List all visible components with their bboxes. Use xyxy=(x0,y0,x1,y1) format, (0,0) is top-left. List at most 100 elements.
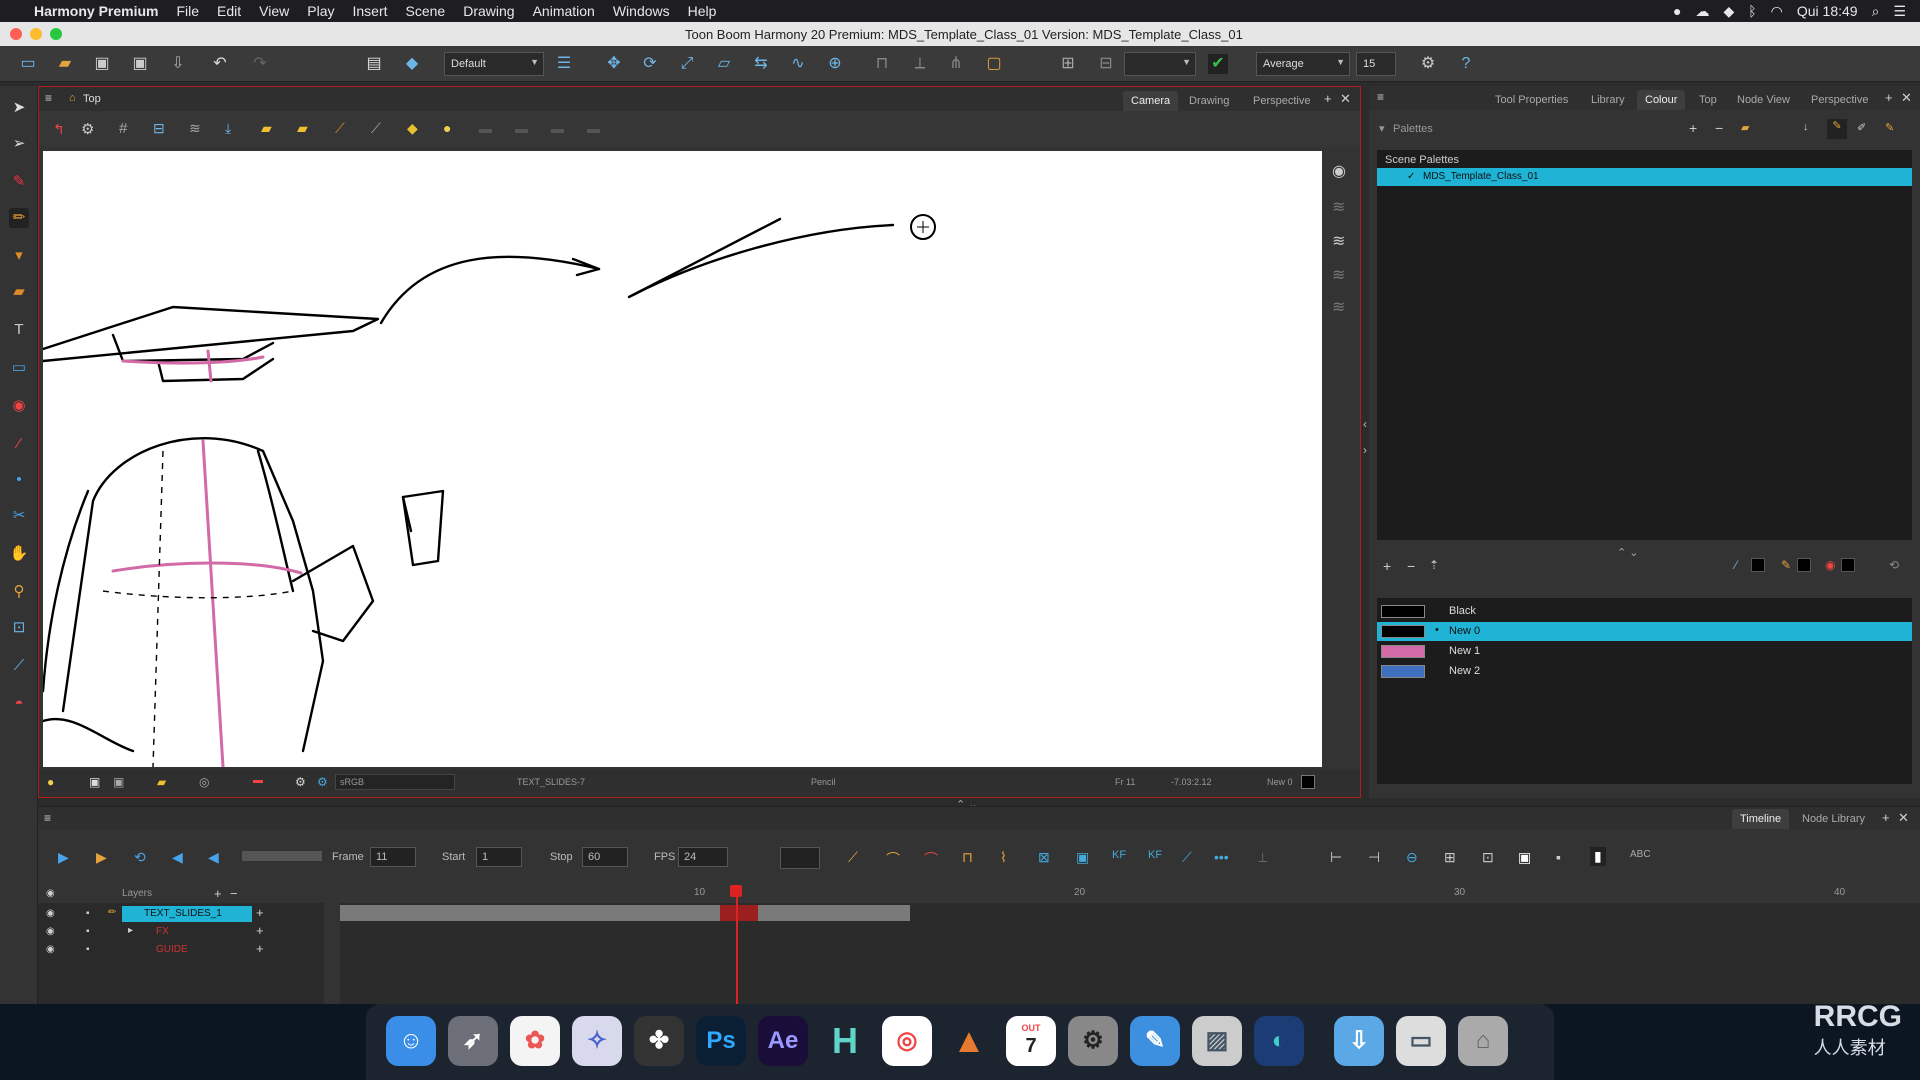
stroke-style-2-icon[interactable]: ▬ xyxy=(515,121,528,136)
lock-status-icon[interactable]: ▰ xyxy=(157,775,166,789)
layer-row[interactable]: ◉ ▪ ▸ FX + xyxy=(38,923,324,941)
frame-icon[interactable]: ▣ xyxy=(89,775,100,789)
clipboard-icon[interactable]: ▤ xyxy=(364,54,384,74)
preview-icon[interactable]: ▨ xyxy=(1192,1016,1242,1066)
abc-icon[interactable]: ABC xyxy=(1630,849,1651,860)
tab-perspective[interactable]: Perspective xyxy=(1245,91,1318,111)
keyframe-tool-1-icon[interactable]: ⟋ xyxy=(848,849,858,866)
add-view-icon[interactable]: + xyxy=(1885,90,1893,105)
light-table-icon[interactable]: ⤓ xyxy=(225,120,231,137)
save-icon[interactable]: ▣ xyxy=(92,54,112,74)
printer-icon[interactable]: ▣ xyxy=(1076,849,1089,866)
hold-icon[interactable]: ▪ xyxy=(1556,849,1561,865)
save-as-icon[interactable]: ▣ xyxy=(130,54,150,74)
palette-folder-icon[interactable]: ▰ xyxy=(1741,121,1749,134)
view-settings-gear-icon[interactable]: ⚙ xyxy=(81,120,94,138)
smoothing-value-field[interactable]: 15 xyxy=(1356,52,1396,76)
new-scene-icon[interactable]: ▭ xyxy=(18,54,38,74)
tab-camera[interactable]: Camera xyxy=(1123,91,1179,111)
pencil-tool-icon[interactable]: ✏ xyxy=(9,208,29,228)
photoshop-icon[interactable]: Ps xyxy=(696,1016,746,1066)
render-status-gear-icon[interactable]: ⚙ xyxy=(295,775,306,789)
motion-icon[interactable]: ⇆ xyxy=(751,54,771,74)
frame-field[interactable]: 11 xyxy=(370,847,416,867)
remove-keyframe-icon[interactable]: KF xyxy=(1148,849,1162,861)
brush-tool-icon[interactable]: ✎ xyxy=(9,172,29,192)
link-colour-icon[interactable]: ⇡ xyxy=(1429,558,1439,572)
system-settings-gear-icon[interactable]: ⚙ xyxy=(1068,1016,1118,1066)
layer-stack-2-icon[interactable]: ≋ xyxy=(1332,231,1345,251)
tab-library[interactable]: Library xyxy=(1583,90,1633,110)
playhead-handle[interactable] xyxy=(730,885,742,897)
colour-item-new-1[interactable]: New 1 xyxy=(1377,642,1912,661)
hand-tool-icon[interactable]: ✋ xyxy=(9,544,29,564)
stroke-style-3-icon[interactable]: ▬ xyxy=(551,121,564,136)
tab-colour[interactable]: Colour xyxy=(1637,90,1686,110)
scale-icon[interactable]: ⤢ xyxy=(677,54,697,74)
visibility-all-icon[interactable]: ◉ xyxy=(46,888,55,899)
add-layer-icon[interactable]: + xyxy=(214,886,222,901)
menu-windows[interactable]: Windows xyxy=(613,3,670,19)
palette-item[interactable]: ✓ MDS_Template_Class_01 xyxy=(1377,168,1912,186)
transform-icon[interactable]: ✥ xyxy=(604,54,624,74)
ruler-icon[interactable]: ⟋ xyxy=(371,120,381,137)
bone-tool-icon[interactable]: ⟋ xyxy=(9,656,29,676)
transform-tool-icon[interactable]: ⚲ xyxy=(9,582,29,602)
creative-cloud-icon[interactable]: ☁ xyxy=(1695,3,1709,20)
import-icon[interactable]: ⇩ xyxy=(168,54,188,74)
lock-icon[interactable]: ▪ xyxy=(86,908,90,919)
minimize-window-button[interactable] xyxy=(30,28,42,40)
layer-stack-3-icon[interactable]: ≋ xyxy=(1332,265,1345,285)
keyframe-tool-2-icon[interactable]: ⌒ xyxy=(886,849,900,869)
menu-view[interactable]: View xyxy=(259,3,289,19)
mark-drawing-icon[interactable]: ▮ xyxy=(1590,847,1606,866)
deformation-icon[interactable]: ⊓ xyxy=(872,54,892,74)
edge-icon[interactable]: ◐ xyxy=(1254,1016,1304,1066)
render-icon[interactable]: ◆ xyxy=(402,54,422,74)
sketch-icon[interactable]: ✎ xyxy=(1130,1016,1180,1066)
flip-icon[interactable]: ⊞ xyxy=(1444,849,1456,866)
reduce-exposure-icon[interactable]: ⊣ xyxy=(1368,849,1380,866)
frame-ruler[interactable]: 10 20 30 40 xyxy=(340,885,1920,903)
layer-name[interactable]: FX xyxy=(156,926,169,937)
layer-row[interactable]: ◉ ▪ ✏ TEXT_SLIDES_1 + xyxy=(38,905,324,923)
extend-exposure-icon[interactable]: ⊢ xyxy=(1330,849,1342,866)
chrome-icon[interactable]: ◎ xyxy=(882,1016,932,1066)
brush-colour-swatch[interactable] xyxy=(1797,558,1811,572)
envelope-icon[interactable]: ▢ xyxy=(984,54,1004,74)
add-column-icon[interactable]: + xyxy=(256,923,264,938)
tab-tool-properties[interactable]: Tool Properties xyxy=(1487,90,1576,110)
insert-icon[interactable]: ⊡ xyxy=(1482,849,1494,866)
skew-icon[interactable]: ▱ xyxy=(714,54,734,74)
close-view-icon[interactable]: ✕ xyxy=(1898,810,1909,826)
bluetooth-icon[interactable]: ᛒ xyxy=(1748,3,1756,19)
add-view-icon[interactable]: + xyxy=(1882,810,1890,825)
calendar-icon[interactable]: OUT 7 xyxy=(1006,1016,1056,1066)
menu-scene[interactable]: Scene xyxy=(406,3,446,19)
current-frame-cell[interactable] xyxy=(720,905,758,921)
eyedropper-icon[interactable]: ⁄ xyxy=(1735,558,1737,572)
grid-icon[interactable]: # xyxy=(119,120,127,137)
preferences-gear-icon[interactable]: ⚙ xyxy=(1418,54,1438,74)
wifi-icon[interactable]: ◠ xyxy=(1771,3,1783,20)
layer-name[interactable]: TEXT_SLIDES_1 xyxy=(122,906,252,922)
panel-menu-icon[interactable]: ≡ xyxy=(1377,90,1384,104)
peg-icon[interactable]: ⊞ xyxy=(1058,54,1078,74)
colour-item-black[interactable]: Black xyxy=(1377,602,1912,621)
tab-drawing[interactable]: Drawing xyxy=(1181,91,1237,111)
breadcrumb[interactable]: Top xyxy=(83,93,101,105)
text-tool-icon[interactable]: T xyxy=(9,320,29,340)
after-effects-icon[interactable]: Ae xyxy=(758,1016,808,1066)
menu-drawing[interactable]: Drawing xyxy=(463,3,514,19)
colour-item-new-2[interactable]: New 2 xyxy=(1377,662,1912,681)
stroke-style-1-icon[interactable]: ▬ xyxy=(479,121,492,136)
eye-icon[interactable]: ◉ xyxy=(46,926,55,937)
tab-perspective[interactable]: Perspective xyxy=(1803,90,1876,110)
timeline-frames[interactable]: 10 20 30 40 xyxy=(340,885,1920,1005)
remove-colour-icon[interactable]: − xyxy=(1407,558,1415,574)
interpolation-combo[interactable] xyxy=(780,847,820,869)
sound-icon[interactable]: ◀ xyxy=(172,849,183,866)
safe-area-icon[interactable]: ⊟ xyxy=(153,120,165,137)
help-icon[interactable]: ? xyxy=(1456,54,1476,74)
home-icon[interactable]: ⌂ xyxy=(69,92,76,104)
